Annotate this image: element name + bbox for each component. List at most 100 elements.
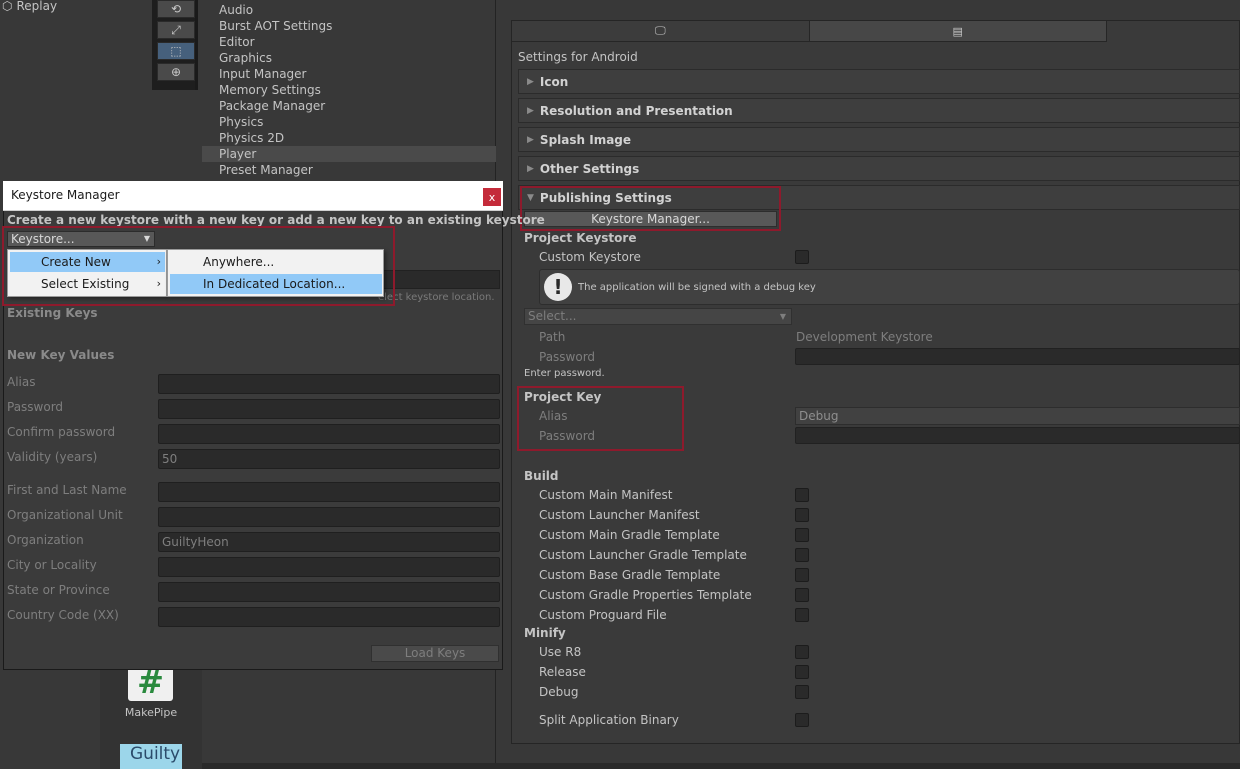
collapsed-arrow-icon: ▶ <box>527 163 534 174</box>
scene-toolbar: ⟲ ⤢ ⬚ ⊕ <box>152 0 198 90</box>
replay-label: Replay <box>16 0 58 13</box>
split-binary-checkbox[interactable] <box>795 713 809 727</box>
path-label: Path <box>539 330 566 344</box>
highlight-box-project-key <box>517 386 684 451</box>
existing-keys-heading: Existing Keys <box>7 306 98 320</box>
split-binary-label: Split Application Binary <box>539 713 679 727</box>
rect-tool-icon[interactable]: ⬚ <box>157 42 195 60</box>
settings-item-graphics[interactable]: Graphics <box>202 50 496 66</box>
custom-base-gradle-checkbox[interactable] <box>795 568 809 582</box>
tab-standalone[interactable]: 🖵 <box>512 21 810 42</box>
settings-item-input[interactable]: Input Manager <box>202 66 496 82</box>
build-item-label: Custom Launcher Manifest <box>539 508 700 522</box>
city-label: City or Locality <box>7 558 97 572</box>
highlight-box-publishing <box>520 186 781 231</box>
custom-keystore-checkbox[interactable] <box>795 250 809 264</box>
close-icon[interactable]: x <box>483 188 501 206</box>
build-title: Build <box>524 469 559 483</box>
first-last-name-input[interactable] <box>158 482 500 502</box>
settings-item-package[interactable]: Package Manager <box>202 98 496 114</box>
state-input[interactable] <box>158 582 500 602</box>
load-keys-button[interactable]: Load Keys <box>371 645 499 662</box>
tab-android[interactable]: ▤ <box>809 21 1107 42</box>
minify-title: Minify <box>524 626 566 640</box>
country-code-input[interactable] <box>158 607 500 627</box>
build-item-label: Custom Main Manifest <box>539 488 673 502</box>
minify-item-label: Release <box>539 665 586 679</box>
keystore-location-field[interactable] <box>378 270 500 289</box>
package-icon: ⬡ <box>2 0 13 13</box>
foldout-label: Icon <box>539 74 569 89</box>
settings-item-memory[interactable]: Memory Settings <box>202 82 496 98</box>
alias-label: Alias <box>7 375 36 389</box>
minify-release-checkbox[interactable] <box>795 665 809 679</box>
confirm-password-label: Confirm password <box>7 425 116 439</box>
state-label: State or Province <box>7 583 110 597</box>
platform-tabs: 🖵 ▤ <box>512 21 1107 42</box>
use-r8-checkbox[interactable] <box>795 645 809 659</box>
minify-item-label: Debug <box>539 685 579 699</box>
custom-launcher-gradle-checkbox[interactable] <box>795 548 809 562</box>
custom-gradle-properties-checkbox[interactable] <box>795 588 809 602</box>
foldout-label: Other Settings <box>539 161 640 176</box>
scale-tool-icon[interactable]: ⤢ <box>157 21 195 39</box>
chevron-down-icon: ▼ <box>779 312 786 321</box>
debug-key-info-box: ! The application will be signed with a … <box>539 269 1240 305</box>
custom-keystore-label: Custom Keystore <box>539 250 641 264</box>
org-unit-label: Organizational Unit <box>7 508 123 522</box>
transform-tool-icon[interactable]: ⊕ <box>157 63 195 81</box>
organization-label: Organization <box>7 533 84 547</box>
key-password-field[interactable] <box>795 427 1240 444</box>
alias-dropdown[interactable]: Debug <box>795 407 1240 425</box>
custom-launcher-manifest-checkbox[interactable] <box>795 508 809 522</box>
first-last-name-label: First and Last Name <box>7 483 127 497</box>
foldout-splash[interactable]: ▶ Splash Image <box>518 127 1240 152</box>
server-icon: ▤ <box>952 24 963 38</box>
guilty-asset-thumbnail[interactable]: Guilty <box>120 744 182 769</box>
foldout-resolution[interactable]: ▶ Resolution and Presentation <box>518 98 1240 123</box>
foldout-icon[interactable]: ▶ Icon <box>518 69 1240 94</box>
new-key-values-heading: New Key Values <box>7 348 115 362</box>
collapsed-arrow-icon: ▶ <box>527 134 534 145</box>
custom-proguard-checkbox[interactable] <box>795 608 809 622</box>
settings-item-audio[interactable]: Audio <box>202 2 496 18</box>
collapsed-arrow-icon: ▶ <box>527 105 534 116</box>
settings-item-physics2d[interactable]: Physics 2D <box>202 130 496 146</box>
build-item-label: Custom Main Gradle Template <box>539 528 720 542</box>
info-message: The application will be signed with a de… <box>578 281 816 293</box>
asset-label-makepipe: MakePipe <box>124 706 178 719</box>
settings-for-label: Settings for Android <box>518 50 638 64</box>
password-label: Password <box>7 400 64 414</box>
foldout-other[interactable]: ▶ Other Settings <box>518 156 1240 181</box>
password-input[interactable] <box>158 399 500 419</box>
validity-label: Validity (years) <box>7 450 98 464</box>
keystore-select-dropdown[interactable]: Select... ▼ <box>524 308 792 325</box>
organization-input[interactable]: GuiltyHeon <box>158 532 500 552</box>
keystore-location-hint: elect keystore location. <box>378 292 495 303</box>
replay-item[interactable]: ⬡ Replay <box>2 0 57 13</box>
settings-item-physics[interactable]: Physics <box>202 114 496 130</box>
keystore-password-field[interactable] <box>795 348 1240 365</box>
build-item-label: Custom Gradle Properties Template <box>539 588 752 602</box>
alias-input[interactable] <box>158 374 500 394</box>
settings-item-preset[interactable]: Preset Manager <box>202 162 496 178</box>
path-value: Development Keystore <box>796 330 933 344</box>
bottom-scroll-bar <box>202 763 1240 769</box>
settings-item-editor[interactable]: Editor <box>202 34 496 50</box>
build-item-label: Custom Launcher Gradle Template <box>539 548 747 562</box>
validity-input[interactable]: 50 <box>158 449 500 469</box>
enter-password-hint: Enter password. <box>524 368 605 379</box>
org-unit-input[interactable] <box>158 507 500 527</box>
city-input[interactable] <box>158 557 500 577</box>
minify-debug-checkbox[interactable] <box>795 685 809 699</box>
exclamation-icon: ! <box>544 273 572 301</box>
rotate-tool-icon[interactable]: ⟲ <box>157 0 195 18</box>
foldout-label: Splash Image <box>539 132 632 147</box>
settings-item-burst[interactable]: Burst AOT Settings <box>202 18 496 34</box>
settings-item-player[interactable]: Player <box>202 146 496 162</box>
select-placeholder: Select... <box>528 309 577 323</box>
keystore-password-label: Password <box>539 350 596 364</box>
custom-main-gradle-checkbox[interactable] <box>795 528 809 542</box>
confirm-password-input[interactable] <box>158 424 500 444</box>
custom-main-manifest-checkbox[interactable] <box>795 488 809 502</box>
